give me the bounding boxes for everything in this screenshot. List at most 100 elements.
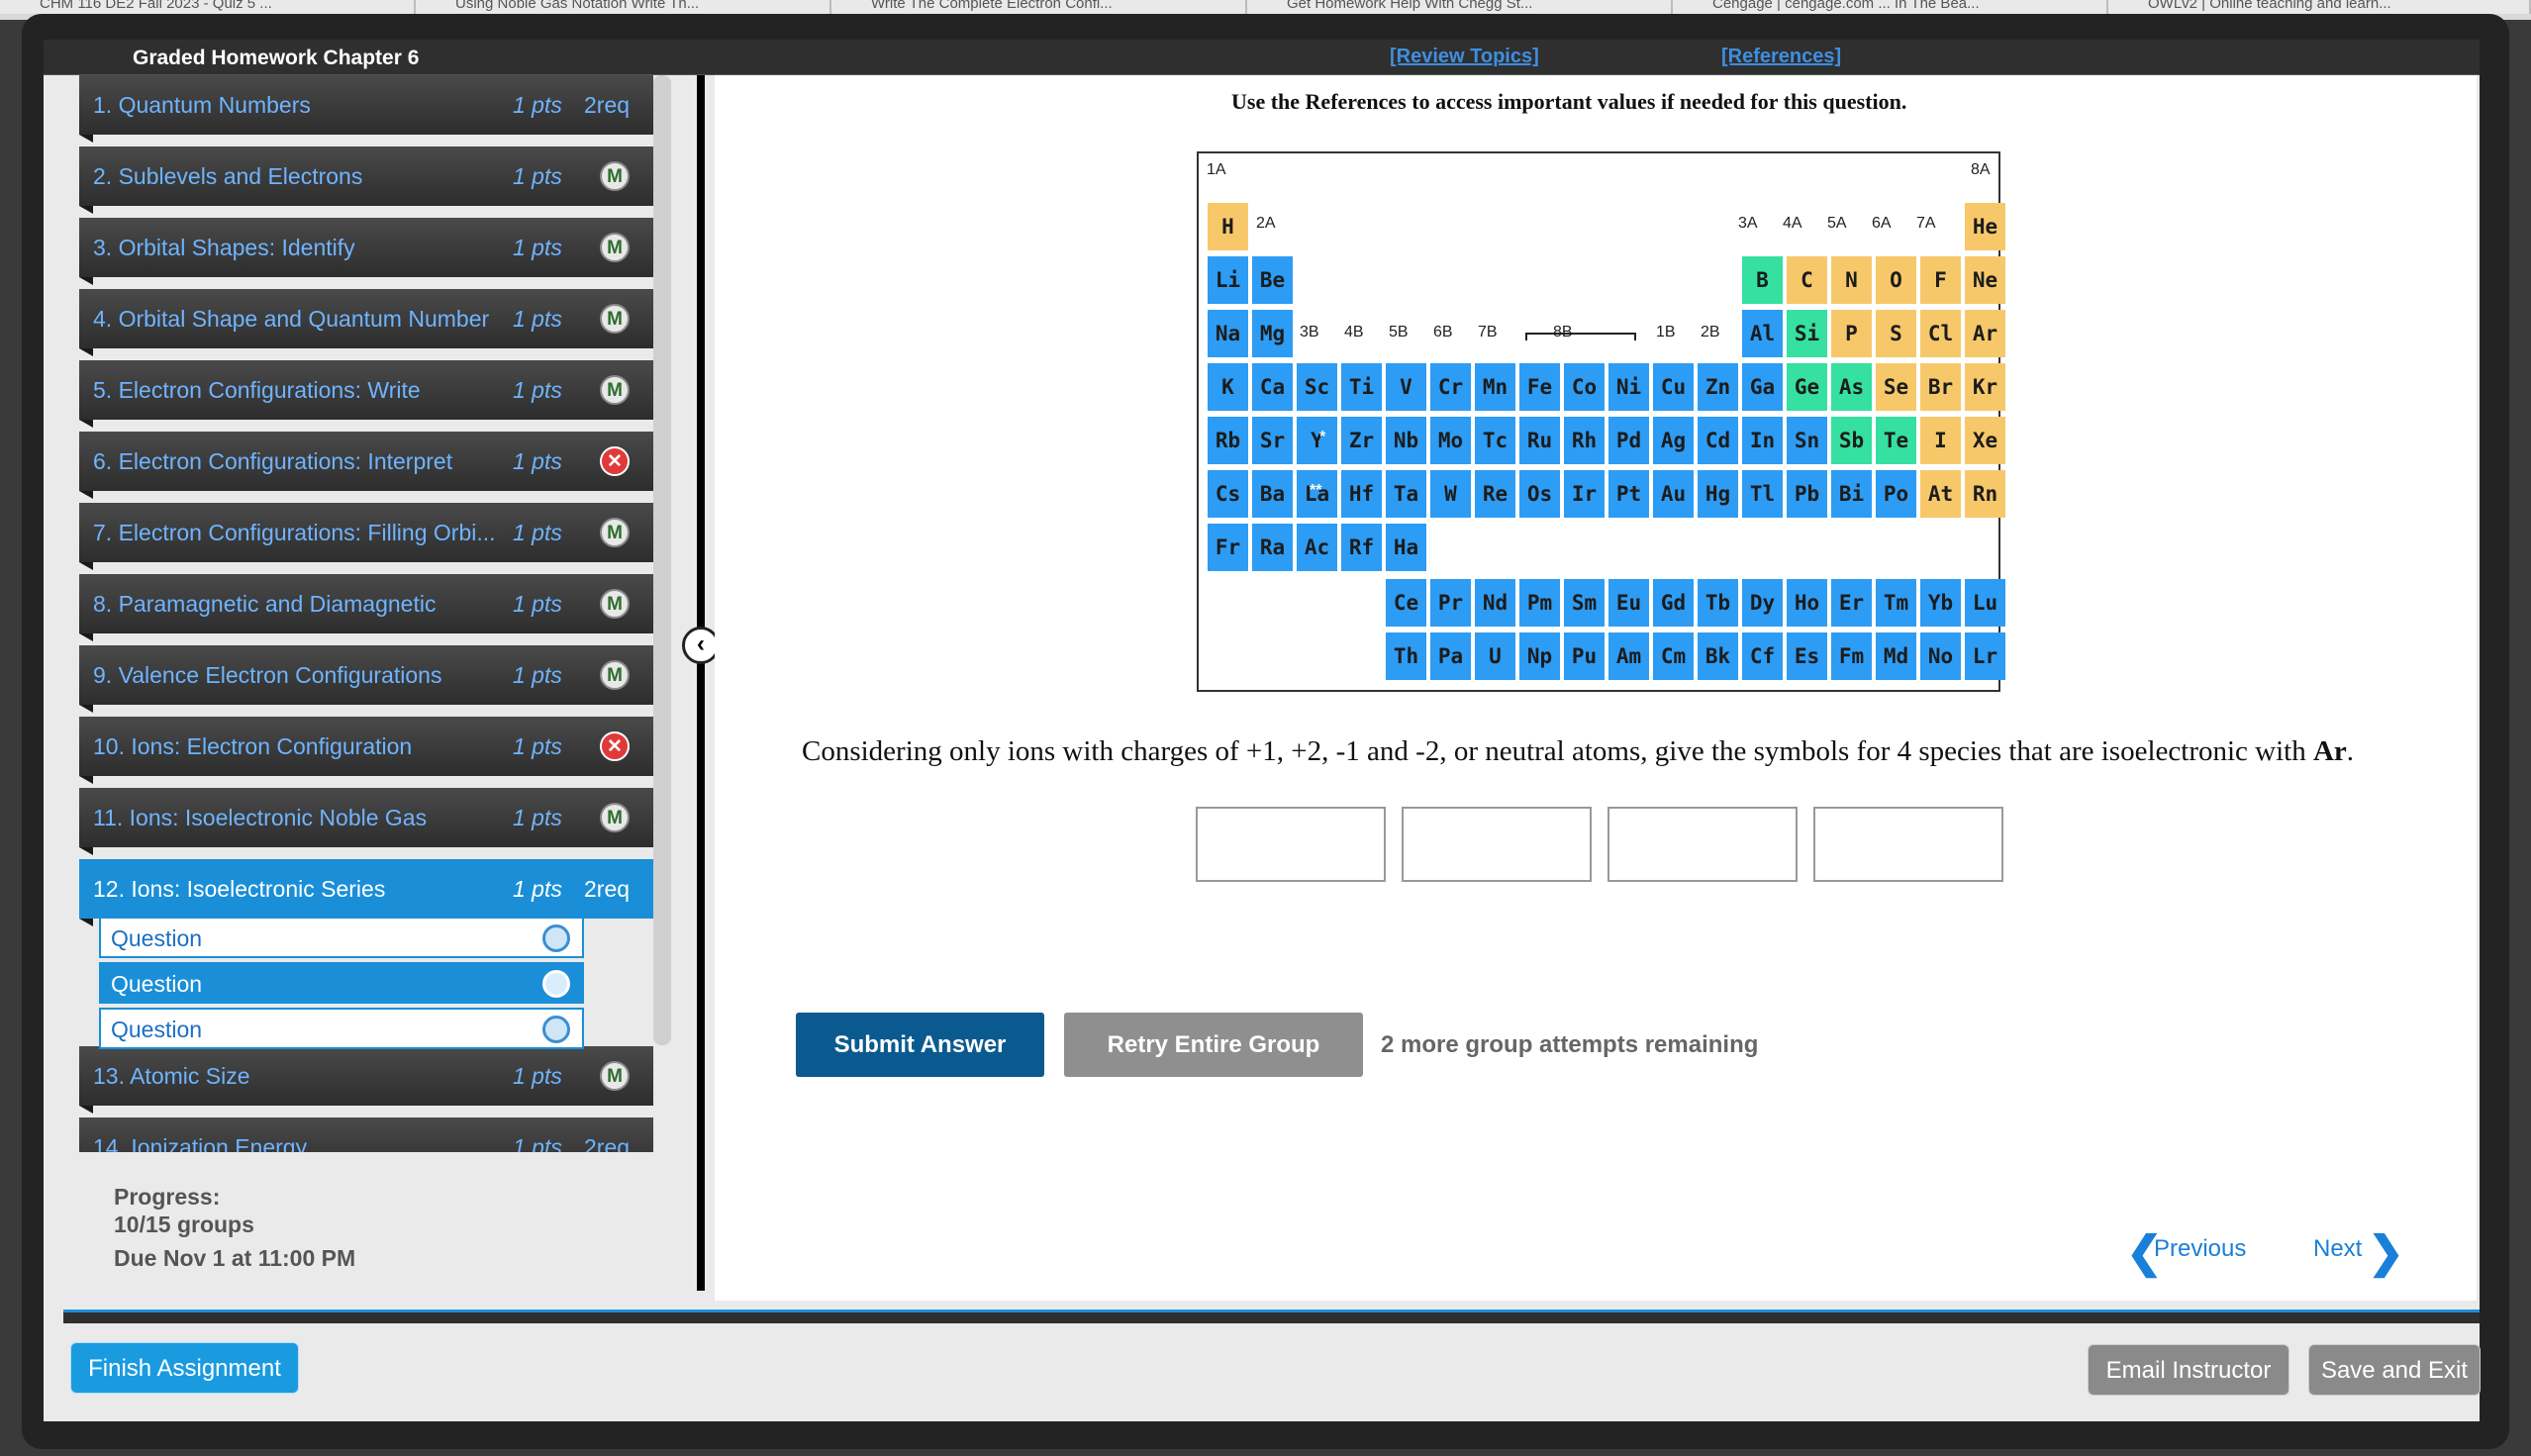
nav-item-points: 1 pts (513, 1134, 562, 1152)
mastered-icon: M (600, 161, 630, 191)
browser-tab[interactable]: Cengage | cengage.com ... In The Bea... (1673, 0, 2108, 14)
assignment-header: Graded Homework Chapter 6 [Review Topics… (44, 40, 2480, 75)
question-period: . (2346, 735, 2355, 767)
element-ha: Ha (1386, 524, 1426, 571)
element-sn: Sn (1787, 417, 1827, 464)
submit-answer-button[interactable]: Submit Answer (796, 1013, 1044, 1077)
finish-assignment-button[interactable]: Finish Assignment (70, 1342, 299, 1394)
review-topics-link[interactable]: [Review Topics] (1390, 46, 1539, 68)
element-th: Th (1386, 632, 1426, 680)
nav-item-points: 1 pts (513, 1063, 562, 1089)
nav-item-label: 13. Atomic Size (93, 1063, 250, 1089)
element-fm: Fm (1831, 632, 1872, 680)
sub-question-item[interactable]: Question (99, 962, 584, 1004)
element-ac: Ac (1297, 524, 1337, 571)
nav-item-label: 11. Ions: Isoelectronic Noble Gas (93, 805, 428, 830)
progress-dot-icon (542, 1016, 570, 1043)
element-dy: Dy (1742, 579, 1783, 627)
group-label: 7A (1916, 215, 1936, 232)
nav-item-points: 1 pts (513, 377, 562, 403)
footnote-marker: ** (1310, 482, 1322, 499)
browser-tab[interactable]: CHM 116 DE2 Fall 2023 - Quiz 5 ... (0, 0, 416, 14)
browser-tab[interactable]: Write The Complete Electron Confi... (831, 0, 1247, 14)
element-f: F (1920, 256, 1961, 304)
element-po: Po (1876, 470, 1916, 518)
sub-question-item[interactable]: Question (99, 1008, 584, 1049)
element-cd: Cd (1698, 417, 1738, 464)
nav-item[interactable]: 4. Orbital Shape and Quantum Number 1 pts… (79, 289, 653, 356)
element-cf: Cf (1742, 632, 1783, 680)
browser-tab[interactable]: OWLv2 | Online teaching and learn... (2108, 0, 2531, 14)
element-li: Li (1208, 256, 1248, 304)
nav-item[interactable]: 3. Orbital Shapes: Identify 1 pts M (79, 218, 653, 285)
nav-item-label: 6. Electron Configurations: Interpret (93, 448, 453, 474)
element-y: Y (1297, 417, 1337, 464)
previous-link[interactable]: Previous (2154, 1235, 2246, 1263)
nav-item[interactable]: 9. Valence Electron Configurations 1 pts M (79, 645, 653, 713)
nav-item[interactable]: 14. Ionization Energy 1 pts 2req (79, 1117, 653, 1152)
nav-item-label: 2. Sublevels and Electrons (93, 163, 363, 189)
bottom-divider (63, 1310, 2480, 1323)
group-label: 5B (1389, 324, 1409, 340)
element-yb: Yb (1920, 579, 1961, 627)
browser-tab[interactable]: Get Homework Help With Chegg St... (1247, 0, 1673, 14)
element-mn: Mn (1475, 363, 1515, 411)
element-k: K (1208, 363, 1248, 411)
element-tb: Tb (1698, 579, 1738, 627)
element-ho: Ho (1787, 579, 1827, 627)
nav-item[interactable]: 1. Quantum Numbers 1 pts 2req (79, 75, 653, 143)
retry-group-button[interactable]: Retry Entire Group (1064, 1013, 1363, 1077)
answer-input-1[interactable] (1196, 807, 1386, 882)
progress-label: Progress: (114, 1184, 221, 1210)
element-tm: Tm (1876, 579, 1916, 627)
nav-item[interactable]: 5. Electron Configurations: Write 1 pts M (79, 360, 653, 428)
element-i: I (1920, 417, 1961, 464)
answer-input-4[interactable] (1813, 807, 2003, 882)
next-link[interactable]: Next (2313, 1235, 2362, 1263)
element-ca: Ca (1252, 363, 1293, 411)
email-instructor-button[interactable]: Email Instructor (2088, 1344, 2289, 1396)
nav-item-label: 3. Orbital Shapes: Identify (93, 235, 355, 260)
nav-item[interactable]: 6. Electron Configurations: Interpret 1 p… (79, 432, 653, 499)
nav-item-label: 5. Electron Configurations: Write (93, 377, 421, 403)
nav-item-points: 1 pts (513, 591, 562, 617)
nav-item[interactable]: 11. Ions: Isoelectronic Noble Gas 1 pts M (79, 788, 653, 855)
nav-item[interactable]: 7. Electron Configurations: Filling Orbi… (79, 503, 653, 570)
answer-input-3[interactable] (1607, 807, 1798, 882)
save-and-exit-button[interactable]: Save and Exit (2308, 1344, 2481, 1396)
element-fe: Fe (1519, 363, 1560, 411)
element-at: At (1920, 470, 1961, 518)
nav-item[interactable]: 2. Sublevels and Electrons 1 pts M (79, 146, 653, 214)
element-nb: Nb (1386, 417, 1426, 464)
nav-item-points: 1 pts (513, 306, 562, 332)
group-label: 1A (1207, 161, 1226, 178)
nav-item[interactable]: 13. Atomic Size 1 pts M (79, 1046, 653, 1114)
element-am: Am (1608, 632, 1649, 680)
nav-item[interactable]: 12. Ions: Isoelectronic Series 1 pts 2req (79, 859, 653, 926)
assignment-title: Graded Homework Chapter 6 (133, 47, 420, 69)
nav-item-label: 7. Electron Configurations: Filling Orbi… (93, 520, 496, 545)
nav-item[interactable]: 10. Ions: Electron Configuration 1 pts ✕ (79, 717, 653, 784)
element-no: No (1920, 632, 1961, 680)
nav-item-label: 9. Valence Electron Configurations (93, 662, 442, 688)
progress-dot-icon (542, 970, 570, 998)
element-cl: Cl (1920, 310, 1961, 357)
element-nd: Nd (1475, 579, 1515, 627)
footnote-marker: * (1319, 429, 1326, 445)
next-chevron-icon[interactable]: ❯ (2368, 1227, 2404, 1278)
element-te: Te (1876, 417, 1916, 464)
panel-divider[interactable] (697, 75, 705, 1291)
element-ge: Ge (1787, 363, 1827, 411)
nav-scrollbar[interactable] (653, 75, 671, 1045)
answer-input-2[interactable] (1402, 807, 1592, 882)
element-sr: Sr (1252, 417, 1293, 464)
element-gd: Gd (1653, 579, 1694, 627)
element-rb: Rb (1208, 417, 1248, 464)
element-hg: Hg (1698, 470, 1738, 518)
browser-tab[interactable]: Using Noble Gas Notation Write Th... (416, 0, 831, 14)
references-link[interactable]: [References] (1721, 46, 1841, 68)
mastered-icon: M (600, 304, 630, 334)
sub-question-item[interactable]: Question (99, 917, 584, 958)
nav-item[interactable]: 8. Paramagnetic and Diamagnetic 1 pts M (79, 574, 653, 641)
element-co: Co (1564, 363, 1605, 411)
